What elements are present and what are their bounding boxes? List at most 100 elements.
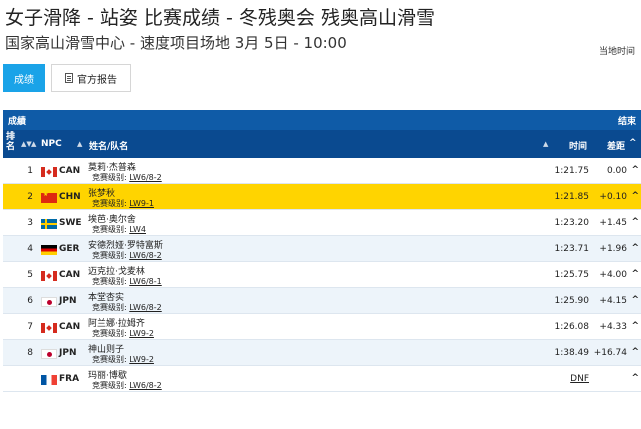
time-cell[interactable]: DNF (570, 374, 589, 384)
rank-cell: 7 (27, 322, 33, 332)
time-cell: 1:26.08 (554, 322, 589, 332)
results-panel: 成績 结束 排名 ▲▼ NPC ▲ ▲ 姓名/队名 ▲ 时间 差距 ^ 1 CAN… (3, 110, 641, 392)
class-link[interactable]: LW6/8-2 (129, 173, 161, 182)
npc-code: CAN (59, 322, 81, 332)
column-header-rank[interactable]: 排名 (6, 132, 16, 152)
diff-cell: +4.00 (599, 270, 627, 280)
tab-official-report-label: 官方报告 (77, 74, 117, 86)
diff-cell: +4.33 (599, 322, 627, 332)
class-info: 竞赛级别: LW6/8-2 (92, 302, 162, 313)
chevron-up-icon[interactable]: ^ (631, 191, 639, 201)
npc-code: JPN (59, 348, 77, 358)
results-status: 结束 (617, 116, 636, 127)
chevron-up-icon[interactable]: ^ (631, 243, 639, 253)
table-row[interactable]: 5 CAN 迈克拉·戈麦林 竞赛级别: LW6/8-1 1:25.75 +4.00 ^ (3, 262, 641, 288)
class-link[interactable]: LW9-1 (129, 199, 154, 208)
tab-results[interactable]: 成绩 (3, 64, 45, 92)
results-panel-title: 成績 (8, 116, 27, 127)
chevron-up-icon[interactable]: ^ (631, 165, 639, 175)
results-column-header: 排名 ▲▼ NPC ▲ ▲ 姓名/队名 ▲ 时间 差距 ^ (3, 130, 641, 158)
npc-code: CHN (59, 192, 81, 202)
rank-cell: 4 (27, 244, 33, 254)
class-info: 竞赛级别: LW6/8-2 (92, 172, 162, 183)
time-cell: 1:21.75 (554, 166, 589, 176)
flag-jpn-icon (41, 349, 57, 359)
npc-code: SWE (59, 218, 82, 228)
document-icon (65, 73, 73, 83)
table-row[interactable]: 2CHN张梦秋竞赛级别: LW9-11:21.85+0.10^ (3, 184, 641, 210)
diff-cell: +1.45 (599, 218, 627, 228)
chevron-up-icon[interactable]: ^ (631, 373, 639, 383)
npc-code: GER (59, 244, 80, 254)
time-cell: 1:23.20 (554, 218, 589, 228)
class-info: 竞赛级别: LW9-2 (92, 354, 154, 365)
chevron-up-icon[interactable]: ^ (631, 269, 639, 279)
chevron-up-icon[interactable]: ^ (631, 217, 639, 227)
class-link[interactable]: LW9-2 (129, 355, 154, 364)
class-label: 竞赛级别: (92, 329, 127, 338)
table-row[interactable]: 3 SWE 埃芭·奥尔舍 竞赛级别: LW4 1:23.20 +1.45 ^ (3, 210, 641, 236)
table-row[interactable]: 6 JPN 本堂杏实 竞赛级别: LW6/8-2 1:25.90 +4.15 ^ (3, 288, 641, 314)
tab-results-label: 成绩 (14, 74, 34, 86)
chevron-up-icon[interactable]: ^ (631, 347, 639, 357)
class-label: 竞赛级别: (92, 225, 127, 234)
class-link[interactable]: LW6/8-2 (129, 381, 161, 390)
rank-cell: 8 (27, 348, 33, 358)
tab-bar: 成绩 官方报告 (3, 64, 131, 92)
class-link[interactable]: LW6/8-2 (129, 251, 161, 260)
class-label: 竞赛级别: (92, 173, 127, 182)
class-label: 竞赛级别: (92, 251, 127, 260)
time-cell: 1:25.75 (554, 270, 589, 280)
class-link[interactable]: LW4 (129, 225, 146, 234)
class-info: 竞赛级别: LW6/8-1 (92, 276, 162, 287)
tab-official-report[interactable]: 官方报告 (51, 64, 131, 92)
npc-code: FRA (59, 374, 80, 384)
diff-cell: +0.10 (599, 192, 627, 202)
event-subtitle: 国家高山滑雪中心 - 速度项目场地 3月 5日 - 10:00 (5, 34, 347, 52)
time-cell: 1:25.90 (554, 296, 589, 306)
chevron-up-icon[interactable]: ^ (631, 321, 639, 331)
table-row[interactable]: FRA 玛丽·博歇 竞赛级别: LW6/8-2 DNF ^ (3, 366, 641, 392)
class-link[interactable]: LW9-2 (129, 329, 154, 338)
page-title: 女子滑降 - 站姿 比赛成绩 - 冬残奥会 残奥高山滑雪 (5, 7, 435, 29)
class-link[interactable]: LW6/8-1 (129, 277, 161, 286)
diff-cell: +16.74 (593, 348, 627, 358)
class-label: 竞赛级别: (92, 199, 127, 208)
diff-cell: 0.00 (606, 166, 627, 176)
class-link[interactable]: LW6/8-2 (129, 303, 161, 312)
class-info: 竞赛级别: LW9-2 (92, 328, 154, 339)
time-cell: 1:21.85 (554, 192, 589, 202)
table-row[interactable]: 8 JPN 神山则子 竞赛级别: LW9-2 1:38.49 +16.74 ^ (3, 340, 641, 366)
class-label: 竞赛级别: (92, 381, 127, 390)
diff-cell: +4.15 (599, 296, 627, 306)
npc-code: JPN (59, 296, 77, 306)
table-row[interactable]: 7 CAN 阿兰娜·拉姆齐 竞赛级别: LW9-2 1:26.08 +4.33 ^ (3, 314, 641, 340)
column-header-npc[interactable]: NPC (41, 139, 62, 149)
column-header-time[interactable]: 时间 (569, 139, 587, 152)
sort-icon[interactable]: ▲ (543, 140, 548, 148)
rank-cell: 3 (27, 218, 33, 228)
flag-can-icon (41, 271, 57, 281)
flag-jpn-icon (41, 297, 57, 307)
chevron-up-icon[interactable]: ^ (629, 138, 637, 148)
rank-cell: 6 (27, 296, 33, 306)
table-row[interactable]: 1 CAN 莫莉·杰普森 竞赛级别: LW6/8-2 1:21.75 0.00 ^ (3, 158, 641, 184)
flag-chn-icon (41, 191, 57, 203)
table-row[interactable]: 4 GER 安德烈娅·罗特富斯 竞赛级别: LW6/8-2 1:23.71 +1.96 ^ (3, 236, 641, 262)
class-label: 竞赛级别: (92, 277, 127, 286)
column-header-name[interactable]: 姓名/队名 (89, 139, 128, 152)
chevron-up-icon[interactable]: ^ (631, 295, 639, 305)
sort-icon[interactable]: ▲ (31, 140, 36, 148)
flag-can-icon (41, 167, 57, 177)
flag-swe-icon (41, 219, 57, 229)
sort-icon[interactable]: ▲ (77, 140, 82, 148)
npc-code: CAN (59, 270, 81, 280)
time-cell: 1:23.71 (554, 244, 589, 254)
column-header-diff[interactable]: 差距 (607, 139, 625, 152)
rank-cell: 5 (27, 270, 33, 280)
class-info: 竞赛级别: LW6/8-2 (92, 250, 162, 261)
flag-fra-icon (41, 375, 57, 385)
results-panel-header: 成績 结束 (3, 110, 641, 130)
time-cell: 1:38.49 (554, 348, 589, 358)
diff-cell: +1.96 (599, 244, 627, 254)
